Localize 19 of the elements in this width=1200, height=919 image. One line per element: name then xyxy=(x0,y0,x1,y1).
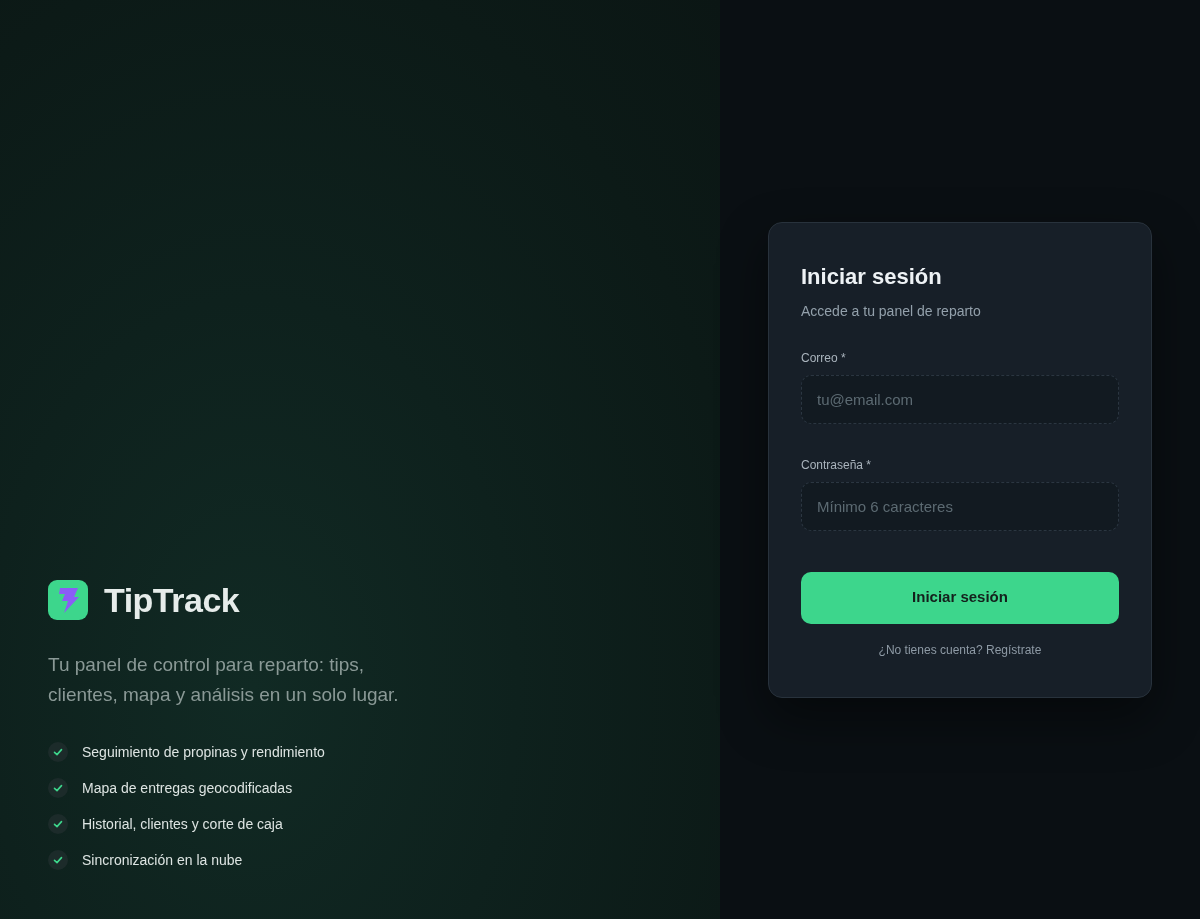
feature-text: Seguimiento de propinas y rendimiento xyxy=(82,743,325,762)
email-field[interactable]: tu@email.com xyxy=(801,374,1119,424)
check-icon xyxy=(48,742,68,762)
feature-text: Sincronización en la nube xyxy=(82,851,243,870)
sign-in-button[interactable]: Iniciar sesión xyxy=(801,571,1119,624)
password-field[interactable]: Mínimo 6 caracteres xyxy=(801,481,1119,531)
tagline: Tu panel de control para reparto: tips, clientes, mapa y análisis en un solo lugar. xyxy=(48,653,400,707)
check-icon xyxy=(48,814,68,834)
card-subtitle: Accede a tu panel de reparto xyxy=(801,301,982,321)
check-icon xyxy=(48,850,68,870)
brand-name: TipTrack xyxy=(104,580,240,620)
check-icon xyxy=(48,778,68,798)
signup-link[interactable]: ¿No tienes cuenta? Regístrate xyxy=(878,641,1042,658)
feature-text: Mapa de entregas geocodificadas xyxy=(82,779,293,798)
card-title: Iniciar sesión xyxy=(801,262,943,291)
field-label: Contraseña * xyxy=(801,456,873,473)
feature-text: Historial, clientes y corte de caja xyxy=(82,815,283,834)
field-label: Correo * xyxy=(801,349,847,366)
lightning-bolt-icon xyxy=(48,580,88,620)
